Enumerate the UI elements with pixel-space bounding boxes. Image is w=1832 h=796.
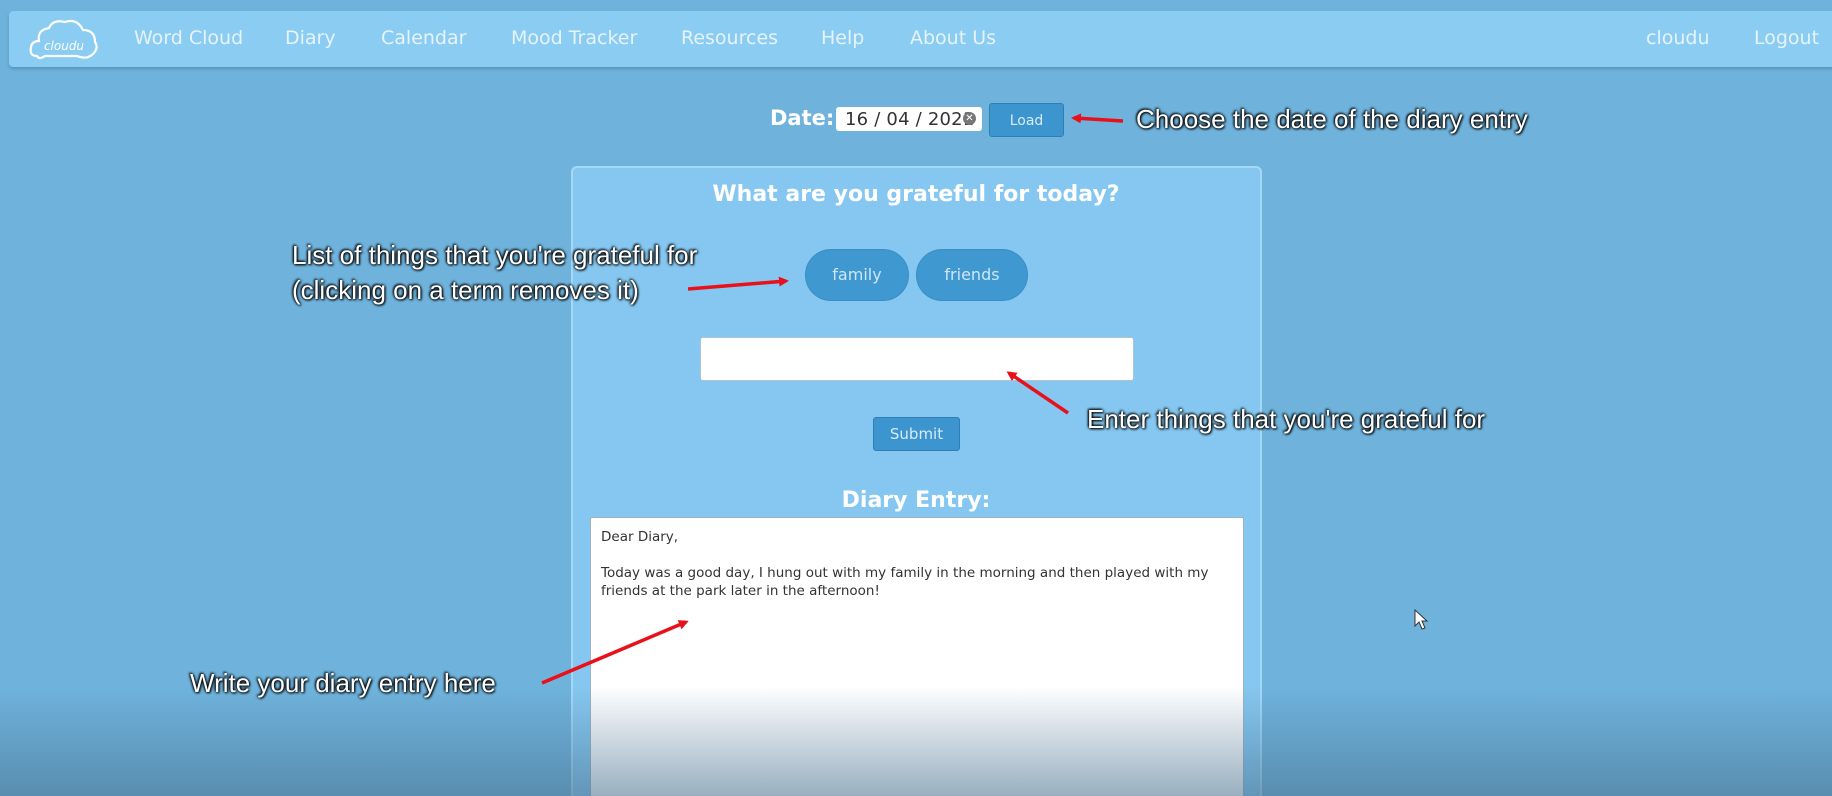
annotation-enter: Enter things that you're grateful for <box>1087 404 1486 434</box>
logo[interactable]: cloudu <box>27 16 101 66</box>
diary-entry-textarea[interactable]: Dear Diary, Today was a good day, I hung… <box>590 517 1244 796</box>
nav-word-cloud[interactable]: Word Cloud <box>134 27 243 49</box>
nav-resources[interactable]: Resources <box>681 27 778 49</box>
clear-icon[interactable]: ✕ <box>963 112 976 125</box>
grateful-title: What are you grateful for today? <box>712 182 1120 207</box>
grateful-chip-family[interactable]: family <box>805 249 909 301</box>
date-value: 16 / 04 / 2021 <box>845 109 975 130</box>
date-input[interactable]: 16 / 04 / 2021 ✕ <box>836 107 982 131</box>
logo-text: cloudu <box>44 39 84 53</box>
grateful-input[interactable] <box>700 337 1134 381</box>
nav-about-us[interactable]: About Us <box>910 27 996 49</box>
nav-logout[interactable]: Logout <box>1754 27 1819 49</box>
diary-entry-label: Diary Entry: <box>841 488 991 513</box>
submit-button[interactable]: Submit <box>873 417 960 451</box>
nav-calendar[interactable]: Calendar <box>381 27 466 49</box>
load-button[interactable]: Load <box>989 103 1064 137</box>
annotation-date: Choose the date of the diary entry <box>1136 104 1528 134</box>
nav-diary[interactable]: Diary <box>285 27 336 49</box>
grateful-chip-friends[interactable]: friends <box>916 249 1028 301</box>
nav-user[interactable]: cloudu <box>1646 27 1710 49</box>
nav-mood-tracker[interactable]: Mood Tracker <box>511 27 637 49</box>
date-label: Date: <box>770 106 835 130</box>
mouse-cursor-icon <box>1414 609 1429 630</box>
arrow-date <box>1071 113 1124 124</box>
nav-help[interactable]: Help <box>821 27 864 49</box>
annotation-list-line2: (clicking on a term removes it) <box>292 275 639 305</box>
annotation-write: Write your diary entry here <box>190 668 496 698</box>
navbar: cloudu Word Cloud Diary Calendar Mood Tr… <box>9 11 1832 67</box>
annotation-list-line1: List of things that you're grateful for <box>292 240 698 270</box>
